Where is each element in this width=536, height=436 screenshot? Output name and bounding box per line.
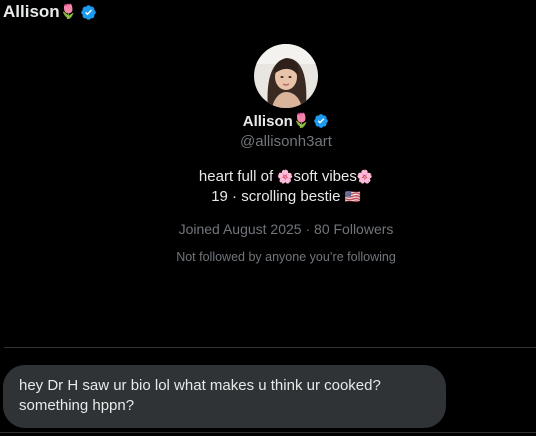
conversation-header[interactable]: Allison 🌷 bbox=[3, 1, 97, 23]
bio-line-1: heart full of 🌸soft vibes🌸 bbox=[0, 167, 536, 187]
profile-avatar[interactable] bbox=[254, 44, 318, 108]
verified-badge-icon bbox=[313, 113, 329, 129]
us-flag-emoji: 🇺🇸 bbox=[344, 190, 361, 205]
tulip-emoji: 🌷 bbox=[292, 113, 311, 129]
profile-name: Allison bbox=[242, 112, 293, 130]
bio-line-2: 19 · scrolling bestie 🇺🇸 bbox=[0, 187, 536, 207]
profile-meta: Joined August 2025 · 80 Followers bbox=[0, 219, 536, 239]
cherry-blossom-emoji: 🌸 bbox=[356, 170, 374, 185]
bio-text-b: soft vibes bbox=[293, 168, 357, 185]
bio-text-c: 19 · scrolling bestie bbox=[211, 188, 345, 205]
tulip-emoji: 🌷 bbox=[59, 4, 78, 20]
message-bubble[interactable]: hey Dr H saw ur bio lol what makes u thi… bbox=[3, 365, 446, 428]
profile-name-row[interactable]: Allison 🌷 bbox=[0, 110, 536, 132]
followed-by-note: Not followed by anyone you’re following bbox=[176, 250, 396, 264]
followers-count[interactable]: 80 Followers bbox=[314, 221, 393, 237]
verified-badge-icon bbox=[80, 4, 97, 21]
divider bbox=[4, 347, 536, 348]
joined-date: Joined August 2025 bbox=[178, 221, 302, 237]
message-text: hey Dr H saw ur bio lol what makes u thi… bbox=[19, 377, 381, 414]
profile-handle[interactable]: @allisonh3art bbox=[0, 132, 536, 152]
header-name: Allison bbox=[3, 2, 60, 21]
meta-separator: · bbox=[301, 221, 315, 237]
cherry-blossom-emoji: 🌸 bbox=[277, 170, 294, 185]
bottom-divider bbox=[0, 432, 536, 433]
profile-bio: heart full of 🌸soft vibes🌸 19 · scrollin… bbox=[0, 167, 536, 207]
profile-card: Allison 🌷 @allisonh3art heart full of 🌸s… bbox=[0, 44, 536, 265]
bio-text-a: heart full of bbox=[198, 168, 278, 185]
